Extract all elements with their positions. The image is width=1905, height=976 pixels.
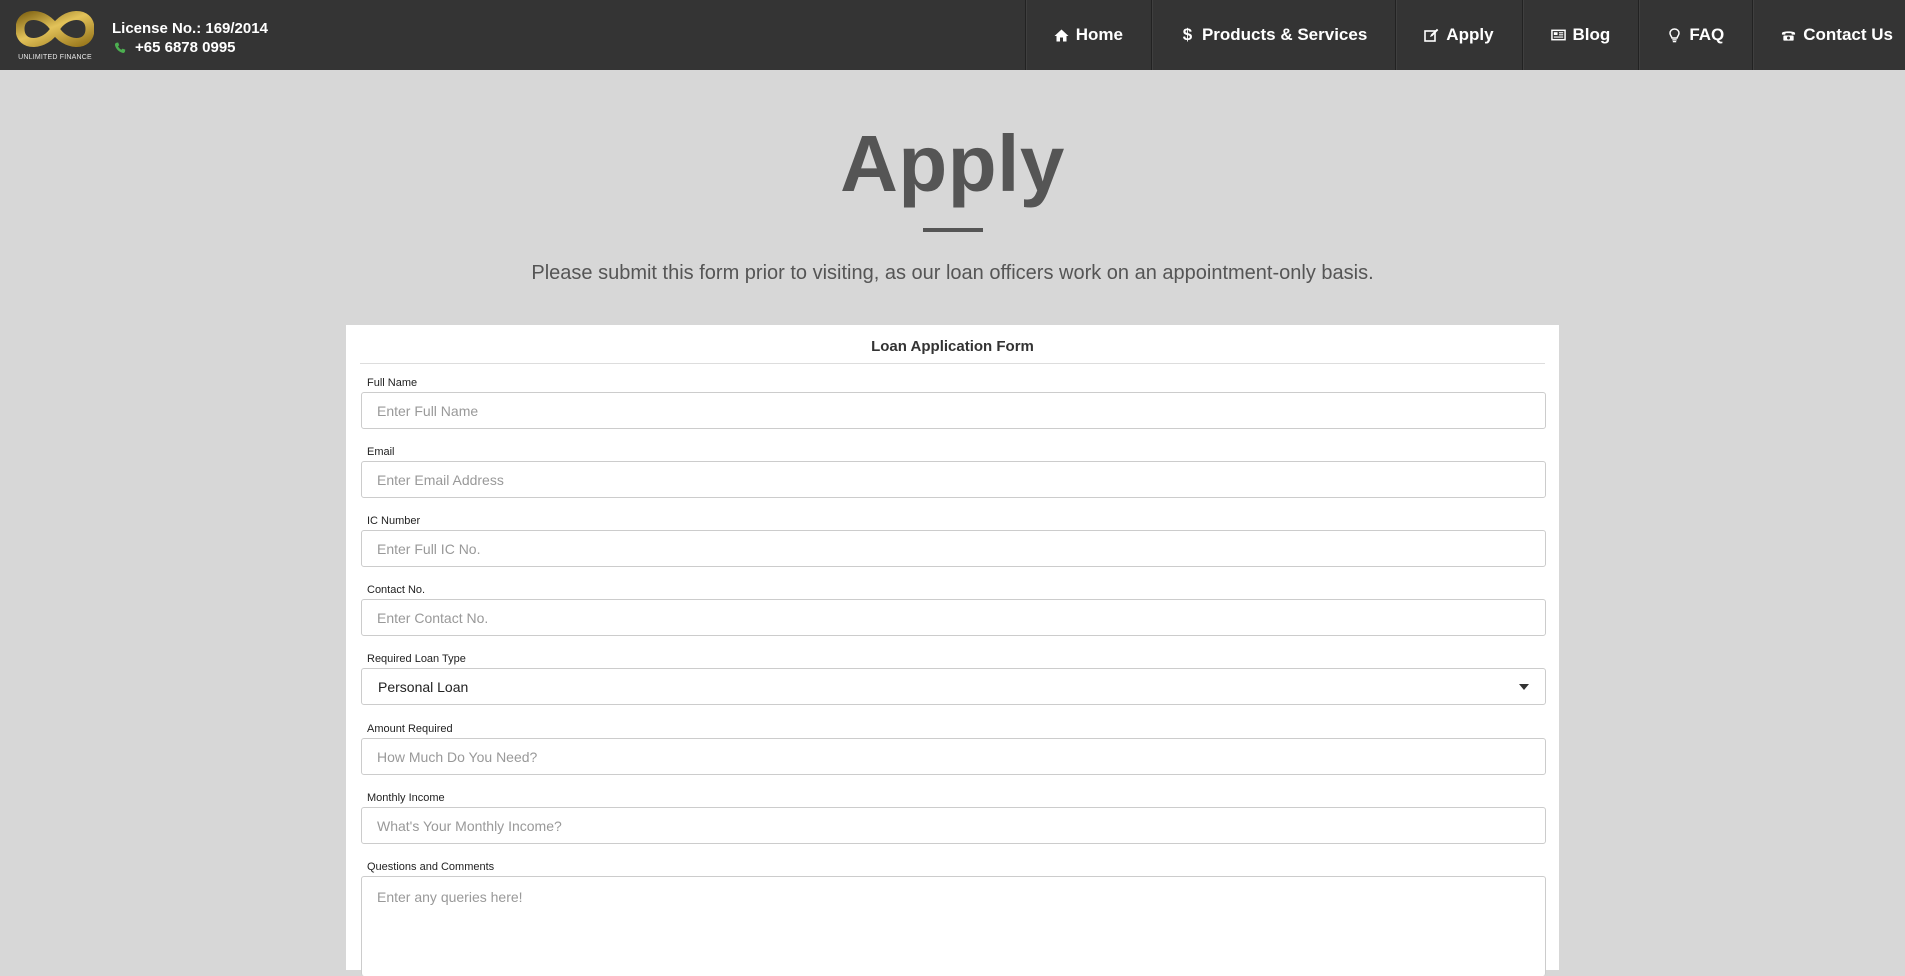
infinity-logo-icon [16,11,94,47]
main-nav: Home $ Products & Services Apply Blog FA… [1024,0,1905,70]
nav-label: Products & Services [1201,25,1368,44]
edit-icon [1424,28,1439,43]
contact-input[interactable] [361,599,1546,636]
email-label: Email [367,446,395,458]
page-title: Apply [840,119,1065,208]
nav-item-products-services[interactable]: $ Products & Services [1150,0,1395,70]
telephone-icon [1781,28,1796,43]
loan-type-select[interactable]: Personal Loan [361,668,1546,705]
phone-number: +65 6878 0995 [135,39,236,56]
nav-item-home[interactable]: Home [1024,0,1151,70]
nav-label: Apply [1446,25,1494,44]
nav-label: FAQ [1689,25,1725,44]
contact-label: Contact No. [367,584,426,596]
comments-label: Questions and Comments [367,861,495,873]
full-name-input[interactable] [361,392,1546,429]
form-heading: Loan Application Form [360,338,1545,364]
full-name-label: Full Name [367,377,418,389]
nav-item-faq[interactable]: FAQ [1638,0,1752,70]
ic-number-label: IC Number [367,515,421,527]
amount-input[interactable] [361,738,1546,775]
title-divider [923,228,983,232]
income-label: Monthly Income [367,792,445,804]
nav-item-blog[interactable]: Blog [1521,0,1639,70]
lightbulb-icon [1667,27,1682,43]
comments-textarea[interactable] [361,876,1546,976]
income-input[interactable] [361,807,1546,844]
loan-application-form: Loan Application Form Full Name Email IC… [346,325,1559,976]
nav-label: Contact Us [1803,25,1893,44]
ic-number-input[interactable] [361,530,1546,567]
nav-label: Home [1075,25,1123,44]
company-logo[interactable]: UNLIMITED FINANCE [16,6,94,64]
dollar-icon: $ [1182,25,1193,44]
nav-item-apply[interactable]: Apply [1395,0,1521,70]
top-navbar: UNLIMITED FINANCE License No.: 169/2014 … [0,0,1905,70]
phone-icon [114,42,126,53]
amount-label: Amount Required [367,723,453,735]
email-input[interactable] [361,461,1546,498]
newspaper-icon [1550,28,1566,43]
license-number: License No.: 169/2014 [112,20,268,37]
phone-contact[interactable]: +65 6878 0995 [114,39,236,56]
page-subtitle: Please submit this form prior to visitin… [531,262,1374,284]
loan-type-label: Required Loan Type [367,653,466,665]
home-icon [1054,28,1069,43]
caret-down-icon [1519,684,1529,690]
loan-type-value: Personal Loan [378,678,469,695]
nav-label: Blog [1572,25,1611,44]
nav-item-contact-us[interactable]: Contact Us [1752,0,1905,70]
logo-text: UNLIMITED FINANCE [18,54,92,61]
